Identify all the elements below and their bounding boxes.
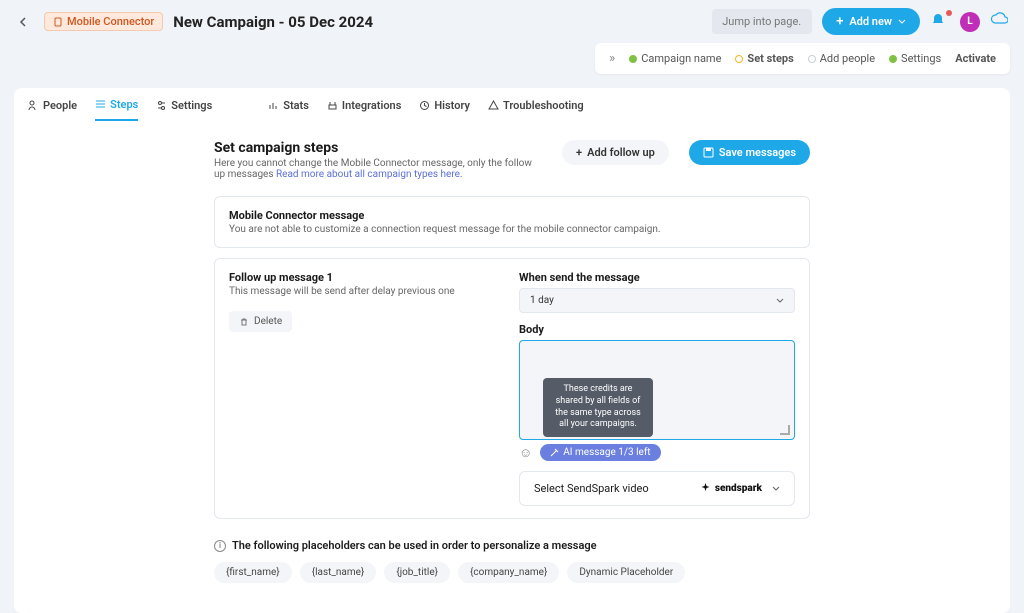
delete-followup-button[interactable]: Delete xyxy=(229,311,292,332)
tab-integrations[interactable]: Integrations xyxy=(327,98,401,121)
steps-icon xyxy=(95,99,106,110)
placeholders-intro: i The following placeholders can be used… xyxy=(214,539,810,552)
notifications-icon[interactable] xyxy=(930,12,950,32)
tab-stats[interactable]: Stats xyxy=(268,98,309,121)
when-label: When send the message xyxy=(519,271,795,284)
campaign-progress: » Campaign name Set steps Add people Set… xyxy=(595,43,1010,74)
save-icon xyxy=(703,147,714,158)
search-input[interactable] xyxy=(712,9,812,34)
step-activate[interactable]: Activate xyxy=(955,52,996,65)
ai-credits-tooltip: These credits are shared by all fields o… xyxy=(543,378,653,437)
section-subtext: Here you cannot change the Mobile Connec… xyxy=(214,158,542,180)
chevron-down-icon xyxy=(776,297,784,305)
sliders-icon xyxy=(156,100,167,111)
placeholder-chip[interactable]: {company_name} xyxy=(458,562,559,583)
integrations-icon xyxy=(327,100,338,111)
followup-card: Follow up message 1 This message will be… xyxy=(214,258,810,519)
placeholder-chip[interactable]: {first_name} xyxy=(214,562,292,583)
user-avatar[interactable]: L xyxy=(960,12,980,32)
learn-more-link[interactable]: Read more about all campaign types here. xyxy=(276,169,463,180)
add-new-button[interactable]: +Add new xyxy=(822,8,920,35)
step-add-people[interactable]: Add people xyxy=(808,52,875,65)
info-icon: i xyxy=(214,540,226,552)
followup-title: Follow up message 1 xyxy=(229,271,491,284)
body-label: Body xyxy=(519,323,795,336)
section-heading: Set campaign steps xyxy=(214,140,542,156)
stats-icon xyxy=(268,100,279,111)
sendspark-icon xyxy=(700,483,711,494)
back-button[interactable] xyxy=(14,12,34,32)
magic-icon xyxy=(550,448,559,457)
history-icon xyxy=(419,100,430,111)
ai-message-button[interactable]: AI message 1/3 left xyxy=(540,444,660,461)
connector-message-card: Mobile Connector message You are not abl… xyxy=(214,196,810,248)
tab-settings[interactable]: Settings xyxy=(156,98,212,121)
tab-people[interactable]: People xyxy=(28,98,77,121)
tab-history[interactable]: History xyxy=(419,98,470,121)
placeholder-chip[interactable]: Dynamic Placeholder xyxy=(567,562,685,583)
tab-steps[interactable]: Steps xyxy=(95,98,138,121)
trash-icon xyxy=(239,317,249,327)
sendspark-select[interactable]: Select SendSpark video sendspark xyxy=(519,471,795,506)
sync-icon[interactable] xyxy=(990,12,1010,32)
chevron-down-icon xyxy=(898,18,906,26)
placeholder-chip[interactable]: {last_name} xyxy=(300,562,377,583)
page-title: New Campaign - 05 Dec 2024 xyxy=(173,13,373,31)
step-campaign-name[interactable]: Campaign name xyxy=(629,52,721,65)
delay-select[interactable]: 1 day xyxy=(519,288,795,313)
add-follow-up-button[interactable]: +Add follow up xyxy=(562,140,669,165)
placeholder-chip[interactable]: {job_title} xyxy=(384,562,450,583)
emoji-picker-button[interactable]: ☺ xyxy=(519,445,532,461)
mobile-icon xyxy=(53,17,63,27)
tab-troubleshooting[interactable]: Troubleshooting xyxy=(488,98,584,121)
step-set-steps[interactable]: Set steps xyxy=(735,52,793,65)
campaign-type-badge: Mobile Connector xyxy=(44,12,163,31)
save-messages-button[interactable]: Save messages xyxy=(689,140,810,165)
chevron-down-icon xyxy=(772,485,780,493)
expand-icon[interactable]: » xyxy=(609,51,615,66)
warning-icon xyxy=(488,100,499,111)
people-icon xyxy=(28,100,39,111)
step-settings[interactable]: Settings xyxy=(889,52,941,65)
followup-sub: This message will be send after delay pr… xyxy=(229,286,491,297)
